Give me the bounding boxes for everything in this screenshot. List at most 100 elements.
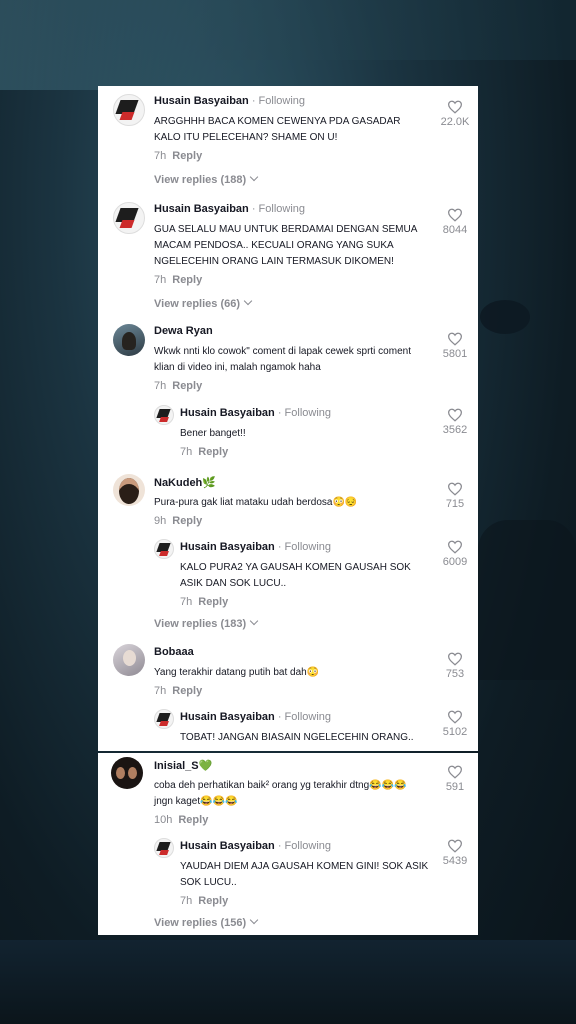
avatar[interactable] <box>113 644 145 676</box>
like-button[interactable]: 8044 <box>435 208 475 236</box>
like-button[interactable]: 5102 <box>435 710 475 738</box>
comment-item: Dewa Ryan Wkwk nnti klo cowok" coment di… <box>98 318 478 468</box>
like-button[interactable]: 3562 <box>435 408 475 436</box>
heart-icon <box>447 100 463 114</box>
chevron-down-icon <box>249 172 259 182</box>
avatar[interactable] <box>154 838 174 858</box>
avatar[interactable] <box>113 324 145 356</box>
heart-icon <box>447 540 463 554</box>
reply-button[interactable]: Reply <box>198 446 228 458</box>
like-count: 8044 <box>442 224 468 236</box>
comment-time: 7h <box>154 380 167 392</box>
comment-text: ARGGHHH BACA KOMEN CEWENYA PDA GASADAR K… <box>154 116 401 143</box>
username[interactable]: Bobaaa <box>154 646 194 658</box>
chevron-down-icon <box>243 296 253 306</box>
avatar[interactable] <box>113 474 145 506</box>
reply-item: Husain Basyaiban · Following Bener bange… <box>98 404 478 464</box>
username[interactable]: NaKudeh🌿 <box>154 477 216 489</box>
username[interactable]: Husain Basyaiban <box>180 840 275 852</box>
reply-button[interactable]: Reply <box>172 274 202 286</box>
reply-button[interactable]: Reply <box>198 596 228 608</box>
username[interactable]: Husain Basyaiban <box>180 711 275 723</box>
comment-time: 7h <box>180 446 193 458</box>
comment-item: Husain Basyaiban · Following GUA SELALU … <box>98 194 478 314</box>
reply-item: Husain Basyaiban · Following KALO PURA2 … <box>98 538 478 610</box>
like-count: 715 <box>445 498 465 510</box>
reply-button[interactable]: Reply <box>178 814 208 826</box>
following-label: · Following <box>277 840 332 852</box>
heart-icon <box>447 332 463 346</box>
heart-icon <box>447 408 463 422</box>
comments-panel-top: Husain Basyaiban · Following ARGGHHH BAC… <box>98 86 478 751</box>
heart-icon <box>447 710 463 724</box>
reply-button[interactable]: Reply <box>172 380 202 392</box>
following-label: · Following <box>277 711 332 723</box>
following-label: · Following <box>251 95 306 107</box>
heart-icon <box>447 208 463 222</box>
like-count: 591 <box>445 781 465 793</box>
comments-panel-bottom: Inisial_S💚 coba deh perhatikan baik² ora… <box>98 753 478 935</box>
comment-time: 7h <box>154 685 167 697</box>
comment-text: TOBAT! JANGAN BIASAIN NGELECEHIN ORANG.. <box>180 732 414 743</box>
comment-text: Bener banget!! <box>180 428 246 439</box>
username[interactable]: Inisial_S💚 <box>154 760 212 772</box>
like-button[interactable]: 591 <box>435 765 475 793</box>
following-label: · Following <box>277 407 332 419</box>
comment-text: coba deh perhatikan baik² orang yg terak… <box>154 780 407 807</box>
like-button[interactable]: 5439 <box>435 839 475 867</box>
heart-icon <box>447 765 463 779</box>
comment-text: YAUDAH DIEM AJA GAUSAH KOMEN GINI! SOK A… <box>180 861 429 888</box>
like-button[interactable]: 6009 <box>435 540 475 568</box>
like-count: 5801 <box>442 348 468 360</box>
username[interactable]: Dewa Ryan <box>154 325 213 337</box>
view-replies-button[interactable]: View replies (183) <box>154 616 259 630</box>
heart-icon <box>447 482 463 496</box>
like-button[interactable]: 22.0K <box>435 100 475 128</box>
chevron-down-icon <box>249 616 259 626</box>
like-count: 753 <box>445 668 465 680</box>
reply-item: Husain Basyaiban · Following YAUDAH DIEM… <box>98 837 478 907</box>
like-button[interactable]: 715 <box>435 482 475 510</box>
like-count: 5439 <box>442 855 468 867</box>
view-replies-button[interactable]: View replies (188) <box>154 172 259 186</box>
reply-button[interactable]: Reply <box>172 150 202 162</box>
reply-button[interactable]: Reply <box>172 685 202 697</box>
comment-text: Wkwk nnti klo cowok" coment di lapak cew… <box>154 346 411 373</box>
comment-item: Bobaaa Yang terakhir datang putih bat da… <box>98 640 478 750</box>
username[interactable]: Husain Basyaiban <box>180 541 275 553</box>
username[interactable]: Husain Basyaiban <box>154 95 249 107</box>
view-replies-button[interactable]: View replies (156) <box>154 915 259 929</box>
comment-text: Yang terakhir datang putih bat dah😳 <box>154 667 320 678</box>
avatar[interactable] <box>154 539 174 559</box>
comment-time: 9h <box>154 515 167 527</box>
like-count: 5102 <box>442 726 468 738</box>
comment-time: 10h <box>154 814 173 826</box>
view-replies-button[interactable]: View replies (66) <box>154 296 253 310</box>
avatar[interactable] <box>154 709 174 729</box>
comment-text: KALO PURA2 YA GAUSAH KOMEN GAUSAH SOK AS… <box>180 562 411 589</box>
following-label: · Following <box>277 541 332 553</box>
username[interactable]: Husain Basyaiban <box>154 203 249 215</box>
avatar[interactable] <box>111 757 143 789</box>
avatar[interactable] <box>113 94 145 126</box>
comment-item: Inisial_S💚 coba deh perhatikan baik² ora… <box>98 753 478 935</box>
like-count: 6009 <box>442 556 468 568</box>
heart-icon <box>447 839 463 853</box>
reply-button[interactable]: Reply <box>198 895 228 907</box>
like-button[interactable]: 5801 <box>435 332 475 360</box>
heart-icon <box>447 652 463 666</box>
comment-item: Husain Basyaiban · Following ARGGHHH BAC… <box>98 86 478 196</box>
chevron-down-icon <box>249 915 259 925</box>
avatar[interactable] <box>154 405 174 425</box>
comment-time: 7h <box>154 274 167 286</box>
comment-item: NaKudeh🌿 Pura-pura gak liat mataku udah … <box>98 470 478 640</box>
comment-text: GUA SELALU MAU UNTUK BERDAMAI DENGAN SEM… <box>154 224 417 267</box>
avatar[interactable] <box>113 202 145 234</box>
reply-button[interactable]: Reply <box>172 515 202 527</box>
like-button[interactable]: 753 <box>435 652 475 680</box>
username[interactable]: Husain Basyaiban <box>180 407 275 419</box>
comment-text: Pura-pura gak liat mataku udah berdosa😳😔 <box>154 497 358 508</box>
comment-time: 7h <box>180 596 193 608</box>
comment-time: 7h <box>154 150 167 162</box>
like-count: 3562 <box>442 424 468 436</box>
